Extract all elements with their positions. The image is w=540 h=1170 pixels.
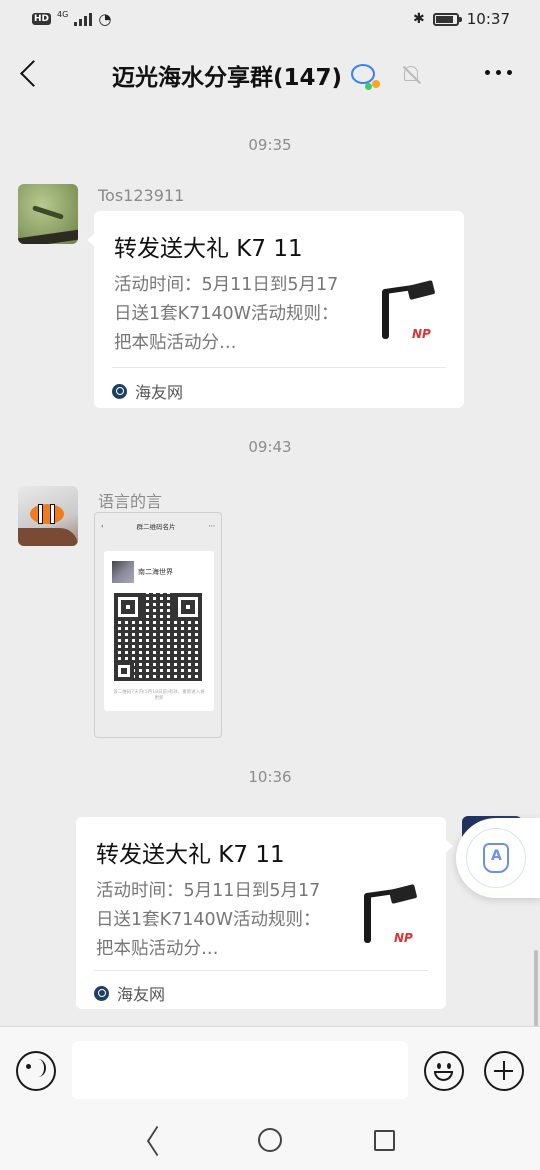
card-description: 活动时间：5月11日到5月17日送1套K7140W活动规则：把本贴活动分…: [96, 881, 321, 959]
np-logo: NP: [394, 931, 413, 945]
assistant-icon: [483, 843, 509, 873]
battery-icon: [432, 12, 462, 26]
qr-hint: 该二维码7天内(5月18日前)有效，重新进入将更新: [113, 690, 205, 701]
emoji-button[interactable]: [424, 1051, 464, 1091]
qr-code: [114, 593, 202, 681]
nav-back-icon[interactable]: [144, 1128, 166, 1152]
image-back-icon: ‹: [101, 522, 104, 530]
np-logo: NP: [412, 327, 431, 341]
group-avatar: [112, 561, 134, 583]
timestamp: 10:36: [248, 768, 292, 786]
timestamp: 09:35: [248, 136, 292, 154]
network-type: 4G: [57, 9, 69, 19]
qr-card: 南二海世界 该二维码7天内(5月18日前)有效，重新进入将更新: [104, 551, 214, 711]
floating-assistant-button[interactable]: [456, 818, 540, 898]
system-nav-bar: [0, 1112, 540, 1170]
hd-badge: HD: [32, 13, 52, 25]
floating-ring: [466, 828, 526, 888]
image-more-icon: ⋯: [208, 522, 215, 530]
card-divider: [112, 367, 446, 368]
input-bar: [0, 1026, 540, 1112]
image-topbar: ‹ 群二维码名片 ⋯: [95, 513, 221, 539]
card-title: 转发送大礼 K7 11: [96, 842, 285, 868]
chat-header: 迈光海水分享群(147): [0, 42, 540, 106]
avatar[interactable]: [18, 184, 78, 244]
card-source: 海友网: [112, 379, 183, 403]
card-title: 转发送大礼 K7 11: [114, 236, 303, 262]
card-thumbnail: NP: [374, 279, 444, 351]
nav-home-icon[interactable]: [258, 1128, 282, 1152]
image-message[interactable]: ‹ 群二维码名片 ⋯ 南二海世界 该二维码7天内(5月18日前)有效，重新进入将…: [94, 512, 222, 738]
title-group: 迈光海水分享群(147): [112, 58, 422, 92]
card-source: 海友网: [94, 981, 165, 1005]
nav-recents-icon[interactable]: [374, 1130, 395, 1151]
signal-icon: [74, 12, 93, 26]
sender-name: Tos123911: [98, 186, 185, 205]
wifi-icon: ◔: [98, 10, 112, 28]
scrollbar[interactable]: [534, 950, 538, 1030]
avatar[interactable]: [18, 486, 78, 546]
image-top-title: 群二维码名片: [136, 523, 176, 531]
sender-name: 语言的言: [98, 492, 163, 511]
more-options-button[interactable]: [485, 70, 512, 75]
voice-input-button[interactable]: [16, 1051, 56, 1091]
mute-bell-icon: [400, 64, 422, 86]
status-right: ✱ 10:37: [413, 10, 510, 28]
link-card[interactable]: 转发送大礼 K7 11 活动时间：5月11日到5月17日送1套K7140W活动规…: [87, 211, 464, 408]
back-button[interactable]: [18, 56, 48, 92]
more-functions-button[interactable]: [484, 1051, 524, 1091]
source-name: 海友网: [117, 985, 166, 1004]
source-logo-icon: [94, 985, 109, 1001]
clock: 10:37: [466, 10, 510, 28]
card-thumbnail: NP: [356, 883, 426, 955]
qr-group-name: 南二海世界: [138, 568, 173, 576]
chat-title: 迈光海水分享群(147): [112, 65, 343, 91]
message-input[interactable]: [72, 1041, 408, 1099]
timestamp: 09:43: [248, 438, 292, 456]
link-card[interactable]: 转发送大礼 K7 11 活动时间：5月11日到5月17日送1套K7140W活动规…: [76, 817, 453, 1009]
source-logo-icon: [112, 383, 127, 399]
card-description: 活动时间：5月11日到5月17日送1套K7140W活动规则：把本贴活动分…: [114, 275, 339, 353]
bluetooth-icon: ✱: [413, 11, 425, 27]
status-left: HD 4G ◔: [32, 10, 111, 28]
card-divider: [94, 970, 428, 971]
group-chat-icon[interactable]: [350, 62, 381, 90]
source-name: 海友网: [135, 383, 184, 402]
status-bar: HD 4G ◔ ✱ 10:37: [0, 0, 540, 38]
